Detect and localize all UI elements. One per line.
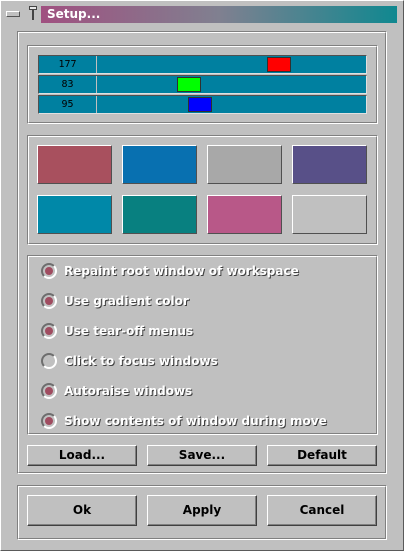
option-label: Use tear-off menus bbox=[64, 324, 194, 338]
color-swatch[interactable] bbox=[207, 145, 282, 184]
option-show-contents-during-move[interactable]: Show contents of window during move bbox=[41, 411, 361, 431]
green-slider-value: 83 bbox=[39, 76, 97, 93]
color-swatch[interactable] bbox=[292, 195, 367, 234]
option-use-tear-off-menus[interactable]: Use tear-off menus bbox=[41, 321, 361, 341]
ok-button[interactable]: Ok bbox=[27, 495, 137, 526]
blue-slider-knob[interactable] bbox=[188, 97, 212, 112]
red-slider[interactable]: 177 bbox=[38, 55, 367, 74]
radio-button[interactable] bbox=[41, 383, 57, 399]
option-label: Click to focus windows bbox=[64, 354, 218, 368]
setup-window: Setup... 177 83 95 Repaint root window o… bbox=[0, 0, 404, 551]
option-label: Repaint root window of workspace bbox=[64, 264, 299, 278]
red-slider-knob[interactable] bbox=[267, 57, 291, 72]
red-slider-value: 177 bbox=[39, 56, 97, 73]
blue-slider-value: 95 bbox=[39, 96, 97, 113]
radio-button[interactable] bbox=[41, 323, 57, 339]
radio-button[interactable] bbox=[41, 413, 57, 429]
radio-button[interactable] bbox=[41, 293, 57, 309]
save-button[interactable]: Save... bbox=[147, 445, 257, 466]
cancel-button[interactable]: Cancel bbox=[267, 495, 377, 526]
color-swatch[interactable] bbox=[122, 195, 197, 234]
minimize-icon[interactable] bbox=[6, 11, 20, 17]
option-autoraise-windows[interactable]: Autoraise windows bbox=[41, 381, 361, 401]
option-use-gradient-color[interactable]: Use gradient color bbox=[41, 291, 361, 311]
default-button[interactable]: Default bbox=[267, 445, 377, 466]
option-label: Autoraise windows bbox=[64, 384, 193, 398]
option-label: Show contents of window during move bbox=[64, 414, 327, 428]
green-slider-knob[interactable] bbox=[177, 77, 201, 92]
option-repaint-root-window[interactable]: Repaint root window of workspace bbox=[41, 261, 361, 281]
pushpin-icon[interactable] bbox=[28, 6, 38, 22]
blue-slider[interactable]: 95 bbox=[38, 95, 367, 114]
radio-button[interactable] bbox=[41, 353, 57, 369]
apply-button[interactable]: Apply bbox=[147, 495, 257, 526]
window-title: Setup... bbox=[41, 6, 397, 23]
green-slider[interactable]: 83 bbox=[38, 75, 367, 94]
color-swatch[interactable] bbox=[37, 145, 112, 184]
color-swatch[interactable] bbox=[37, 195, 112, 234]
option-label: Use gradient color bbox=[64, 294, 189, 308]
option-click-to-focus[interactable]: Click to focus windows bbox=[41, 351, 361, 371]
title-bar[interactable]: Setup... bbox=[1, 1, 403, 25]
color-swatch[interactable] bbox=[122, 145, 197, 184]
load-button[interactable]: Load... bbox=[27, 445, 137, 466]
radio-button[interactable] bbox=[41, 263, 57, 279]
color-swatch[interactable] bbox=[207, 195, 282, 234]
options-panel bbox=[27, 255, 378, 435]
color-swatch[interactable] bbox=[292, 145, 367, 184]
